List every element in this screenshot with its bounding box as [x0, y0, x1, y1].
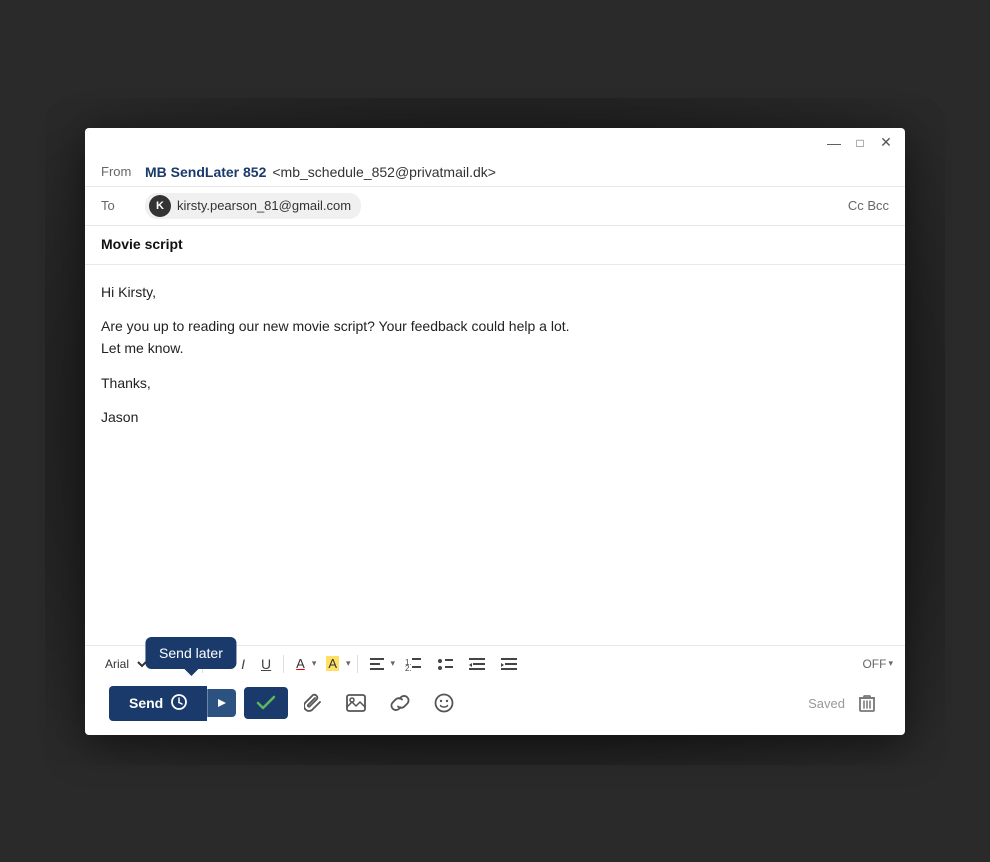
separator-3: [357, 655, 358, 673]
send-later-tooltip: Send later: [145, 637, 237, 669]
underline-button[interactable]: U: [255, 652, 277, 676]
ordered-list-button[interactable]: 1. 2.: [399, 653, 427, 675]
align-button[interactable]: [364, 654, 390, 674]
from-email: <mb_schedule_852@privatmail.dk>: [272, 164, 496, 180]
from-row: From MB SendLater 852 <mb_schedule_852@p…: [85, 158, 905, 187]
align-arrow[interactable]: ▾: [391, 658, 396, 669]
close-button[interactable]: ✕: [877, 134, 895, 152]
separator-2: [283, 655, 284, 673]
font-family-select[interactable]: Arial: [97, 654, 150, 674]
unordered-list-button[interactable]: [431, 653, 459, 675]
toolbar-area: Arial 10 12 14 B I U A ▾: [85, 645, 905, 735]
body-main: Are you up to reading our new movie scri…: [101, 315, 889, 360]
highlight-color-arrow[interactable]: ▾: [346, 658, 351, 669]
from-label: From: [101, 164, 137, 179]
image-button[interactable]: [338, 688, 374, 718]
minimize-button[interactable]: —: [825, 134, 843, 152]
recipient-email: kirsty.pearson_81@gmail.com: [177, 198, 351, 213]
svg-text:2.: 2.: [405, 664, 412, 671]
title-bar: — □ ✕: [85, 128, 905, 158]
subject-text: Movie script: [101, 236, 183, 252]
action-bar: Send later Send: [97, 680, 893, 731]
body-closing: Thanks,: [101, 372, 889, 394]
send-clock-icon: [171, 694, 187, 713]
send-later-button[interactable]: [207, 689, 236, 717]
highlight-color-button[interactable]: A: [320, 652, 345, 675]
check-button[interactable]: [244, 687, 288, 719]
to-label: To: [101, 198, 137, 213]
increase-indent-button[interactable]: [495, 653, 523, 675]
cc-bcc-button[interactable]: Cc Bcc: [848, 198, 889, 213]
compose-window: — □ ✕ From MB SendLater 852 <mb_schedule…: [85, 128, 905, 735]
send-button[interactable]: Send: [109, 686, 207, 721]
highlight-color-group: A ▾: [320, 652, 350, 675]
saved-label: Saved: [808, 696, 845, 711]
recipient-chip[interactable]: K kirsty.pearson_81@gmail.com: [145, 193, 361, 219]
send-button-group: Send later Send: [109, 686, 236, 721]
to-row: To K kirsty.pearson_81@gmail.com Cc Bcc: [85, 187, 905, 226]
delete-button[interactable]: [853, 690, 881, 716]
font-color-group: A ▾: [290, 652, 316, 675]
font-color-arrow[interactable]: ▾: [312, 658, 317, 669]
recipient-avatar: K: [149, 195, 171, 217]
subject-row: Movie script: [85, 226, 905, 265]
decrease-indent-button[interactable]: [463, 653, 491, 675]
attachment-button[interactable]: [296, 687, 330, 719]
email-body[interactable]: Hi Kirsty, Are you up to reading our new…: [85, 265, 905, 645]
from-name: MB SendLater 852: [145, 164, 266, 180]
emoji-button[interactable]: [426, 687, 462, 719]
off-label: OFF: [862, 657, 886, 671]
off-toggle[interactable]: OFF ▾: [862, 657, 893, 671]
maximize-button[interactable]: □: [851, 134, 869, 152]
body-greeting: Hi Kirsty,: [101, 281, 889, 303]
link-button[interactable]: [382, 687, 418, 719]
body-signature: Jason: [101, 406, 889, 428]
align-group: ▾: [364, 654, 396, 674]
font-color-button[interactable]: A: [290, 652, 311, 675]
off-arrow[interactable]: ▾: [888, 658, 893, 669]
italic-button[interactable]: I: [235, 652, 251, 676]
